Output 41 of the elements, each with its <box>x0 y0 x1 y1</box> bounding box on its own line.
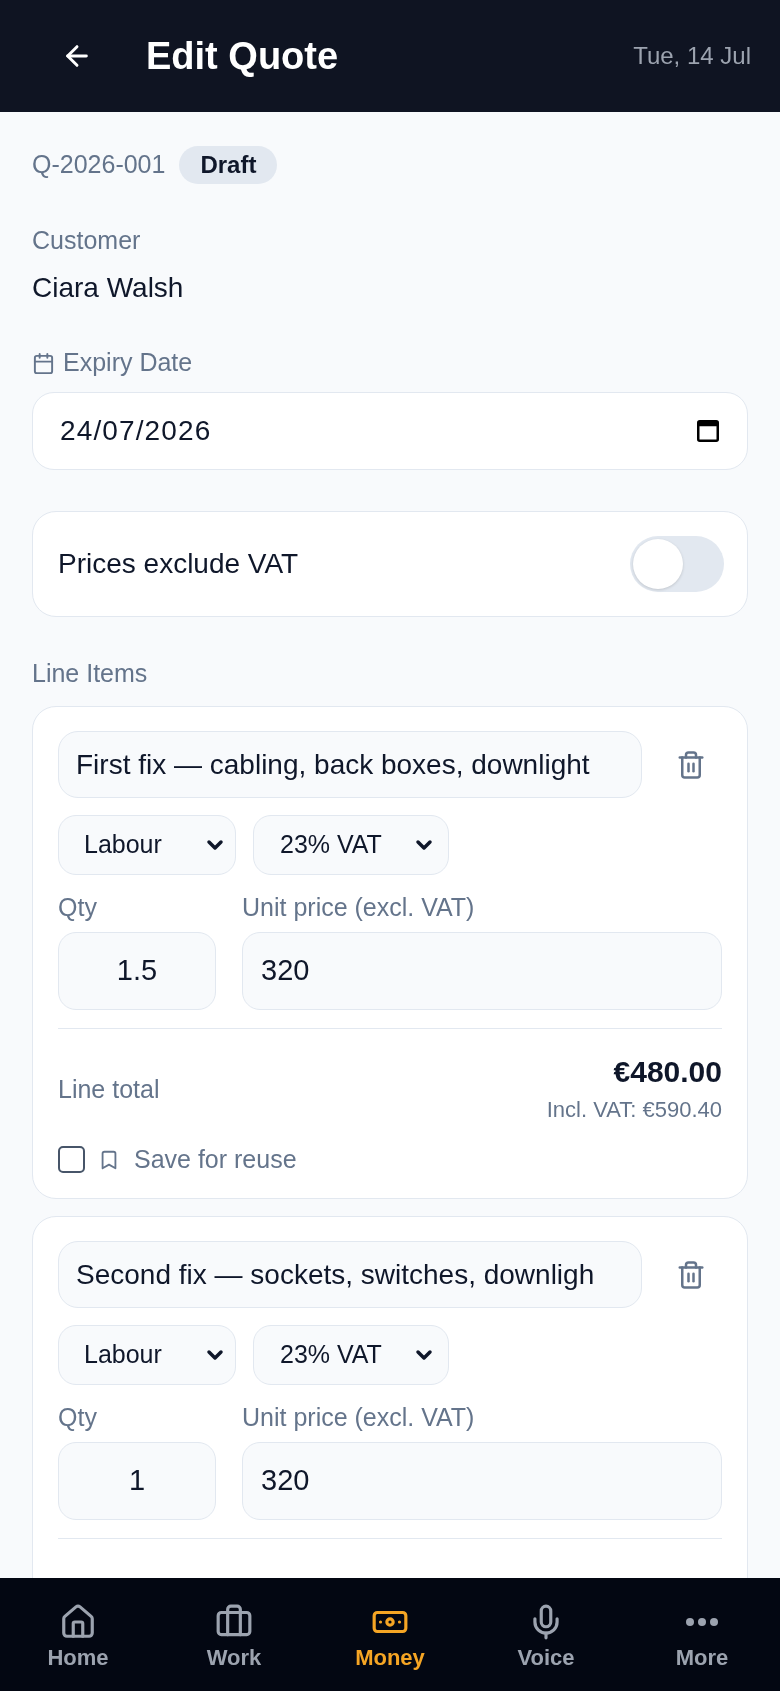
description-field[interactable]: Second fix — sockets, switches, downligh <box>58 1241 642 1308</box>
field-label: Unit price (excl. VAT) <box>242 892 475 922</box>
nav-item[interactable]: Voice <box>468 1578 624 1691</box>
save-checkbox[interactable] <box>58 1146 85 1173</box>
nav-item[interactable]: More <box>624 1578 780 1691</box>
description-field[interactable]: First fix — cabling, back boxes, downlight <box>58 731 642 798</box>
line-total-label: Line total <box>58 1073 160 1104</box>
quantity-field[interactable]: 1.5 <box>58 932 216 1010</box>
quote-number: Q-2026-001 <box>32 149 166 181</box>
category-select[interactable]: Labour <box>58 815 236 875</box>
vat-toggle-switch[interactable] <box>630 536 724 592</box>
vat-rate-select[interactable]: 23% VAT <box>253 1325 449 1385</box>
trash-icon <box>676 749 706 780</box>
quantity-field[interactable]: 1 <box>58 1442 216 1520</box>
field-label: Qty <box>58 892 98 922</box>
line-total-amount: €480.00 <box>613 1054 722 1090</box>
house-icon <box>59 1603 97 1641</box>
calendar-icon <box>32 351 55 375</box>
section-label: Line Items <box>32 658 149 688</box>
vat-rate-select[interactable]: 23% VAT <box>253 815 449 875</box>
unit-price-field[interactable]: 320 <box>242 932 722 1010</box>
header-date: Tue, 14 Jul <box>633 41 751 71</box>
nav-item[interactable]: Home <box>0 1578 156 1691</box>
toggle-label: Prices exclude VAT <box>58 547 299 581</box>
field-label: Customer <box>32 225 142 255</box>
field-label: Expiry Date <box>63 347 193 379</box>
field-label: Qty <box>58 1402 98 1432</box>
unit-price-field[interactable]: 320 <box>242 1442 722 1520</box>
incl-vat-amount: Incl. VAT: €590.40 <box>546 1096 722 1124</box>
field-label: Unit price (excl. VAT) <box>242 1402 475 1432</box>
dots-icon <box>686 1618 718 1626</box>
nav-item[interactable]: Work <box>156 1578 312 1691</box>
save-label: Save for reuse <box>134 1146 297 1173</box>
customer-name: Ciara Walsh <box>32 271 185 305</box>
status-badge: Draft <box>179 146 278 184</box>
category-select[interactable]: Labour <box>58 1325 236 1385</box>
trash-icon <box>676 1259 706 1290</box>
page-title: Edit Quote <box>146 33 339 79</box>
calendar-icon[interactable] <box>697 420 719 442</box>
nav-item[interactable]: Money <box>312 1578 468 1691</box>
date-field[interactable]: 24/07/2026 <box>32 392 748 470</box>
